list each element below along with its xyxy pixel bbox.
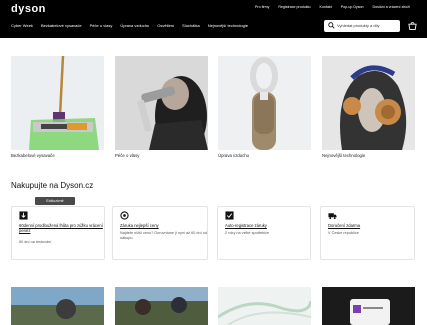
tile-new-tech[interactable] [322, 56, 415, 150]
benefit-desc: 2 roky na velké spotřebiče [225, 231, 270, 235]
benefit-desc: V České republice [328, 231, 359, 235]
truck-icon [328, 213, 337, 220]
benefit-title[interactable]: Doručení zdarma [328, 223, 418, 228]
basket-icon[interactable] [408, 21, 417, 31]
tile-label-new-tech[interactable]: Nejnovější technologie [322, 153, 365, 158]
promo-image-3[interactable] [218, 287, 311, 325]
top-link-register[interactable]: Registrace produktu [278, 5, 310, 9]
benefit-card-warranty[interactable]: Auto-registrace záruky 2 roky na velké s… [217, 206, 311, 260]
benefit-title[interactable]: 60denní prodloužená lhůta pro zúžku vrác… [19, 223, 109, 233]
top-link-delivery[interactable]: Doslání a vrácení zboží [373, 5, 411, 9]
search-input[interactable]: Vyhledat produkty a díly [324, 20, 400, 32]
benefit-card-delivery[interactable]: Doručení zdarma V České republice [320, 206, 415, 260]
tile-label-hair-care[interactable]: Péče o vlasy [115, 153, 139, 158]
tile-label-vacuums[interactable]: Bezkabelové vysavače [11, 153, 55, 158]
section-title: Nakupujte na Dyson.cz [11, 181, 94, 190]
vacuum-image [11, 56, 104, 150]
tile-air[interactable] [218, 56, 311, 150]
promo-image-2[interactable] [115, 287, 208, 325]
site-header: dyson Pro firmy Registrace produktu Kont… [0, 0, 427, 38]
tile-hair-care[interactable] [115, 56, 208, 150]
nav-air[interactable]: Úprava vzduchu [120, 23, 149, 28]
nav-hair-care[interactable]: Péče o vlasy [90, 23, 113, 28]
search-placeholder: Vyhledat produkty a díly [337, 23, 380, 28]
nav-vacuums[interactable]: Bezkabelové vysavače [41, 23, 82, 28]
nav-headphones[interactable]: Sluchátka [182, 23, 200, 28]
promo-photo [11, 287, 104, 325]
nav-new-tech[interactable]: Nejnovější technologie [208, 23, 248, 28]
exclusive-badge: Exkluzivně [35, 197, 75, 205]
certificate-icon [225, 211, 234, 220]
dyson-logo[interactable]: dyson [11, 3, 46, 15]
hair-dryer-image [115, 56, 208, 150]
headphones-image [322, 56, 415, 150]
utility-links: Pro firmy Registrace produktu Kontakt Po… [255, 5, 419, 9]
promo-image-4[interactable] [322, 287, 415, 325]
search-icon [328, 22, 335, 29]
nav-cyber-week[interactable]: Cyber Week [11, 23, 33, 28]
box-icon [19, 211, 28, 220]
benefit-title[interactable]: Záruka nejlepší ceny [120, 223, 210, 228]
top-link-contact[interactable]: Kontakt [320, 5, 332, 9]
tile-vacuums[interactable] [11, 56, 104, 150]
promo-image-1[interactable] [11, 287, 104, 325]
air-purifier-image [218, 56, 311, 150]
benefit-desc: 60 dní na testování [19, 240, 52, 244]
nav-lighting[interactable]: Osvětlení [157, 23, 174, 28]
benefit-title[interactable]: Auto-registrace záruky [225, 223, 315, 228]
benefit-desc: Najdete nižší cenu? Dorovnáme ji nyní až… [120, 231, 207, 241]
price-guarantee-icon [120, 211, 129, 220]
promo-photo [322, 287, 415, 325]
tile-label-air[interactable]: Úprava vzduchu [218, 153, 249, 158]
benefit-card-price[interactable]: Záruka nejlepší ceny Najdete nižší cenu?… [112, 206, 208, 260]
benefit-card-returns[interactable]: 60denní prodloužená lhůta pro zúžku vrác… [11, 206, 105, 260]
promo-photo [218, 287, 311, 325]
top-link-popup[interactable]: Pop-up Dyson [341, 5, 364, 9]
promo-photo [115, 287, 208, 325]
main-nav: Cyber Week Bezkabelové vysavače Péče o v… [11, 23, 256, 28]
top-link-business[interactable]: Pro firmy [255, 5, 269, 9]
